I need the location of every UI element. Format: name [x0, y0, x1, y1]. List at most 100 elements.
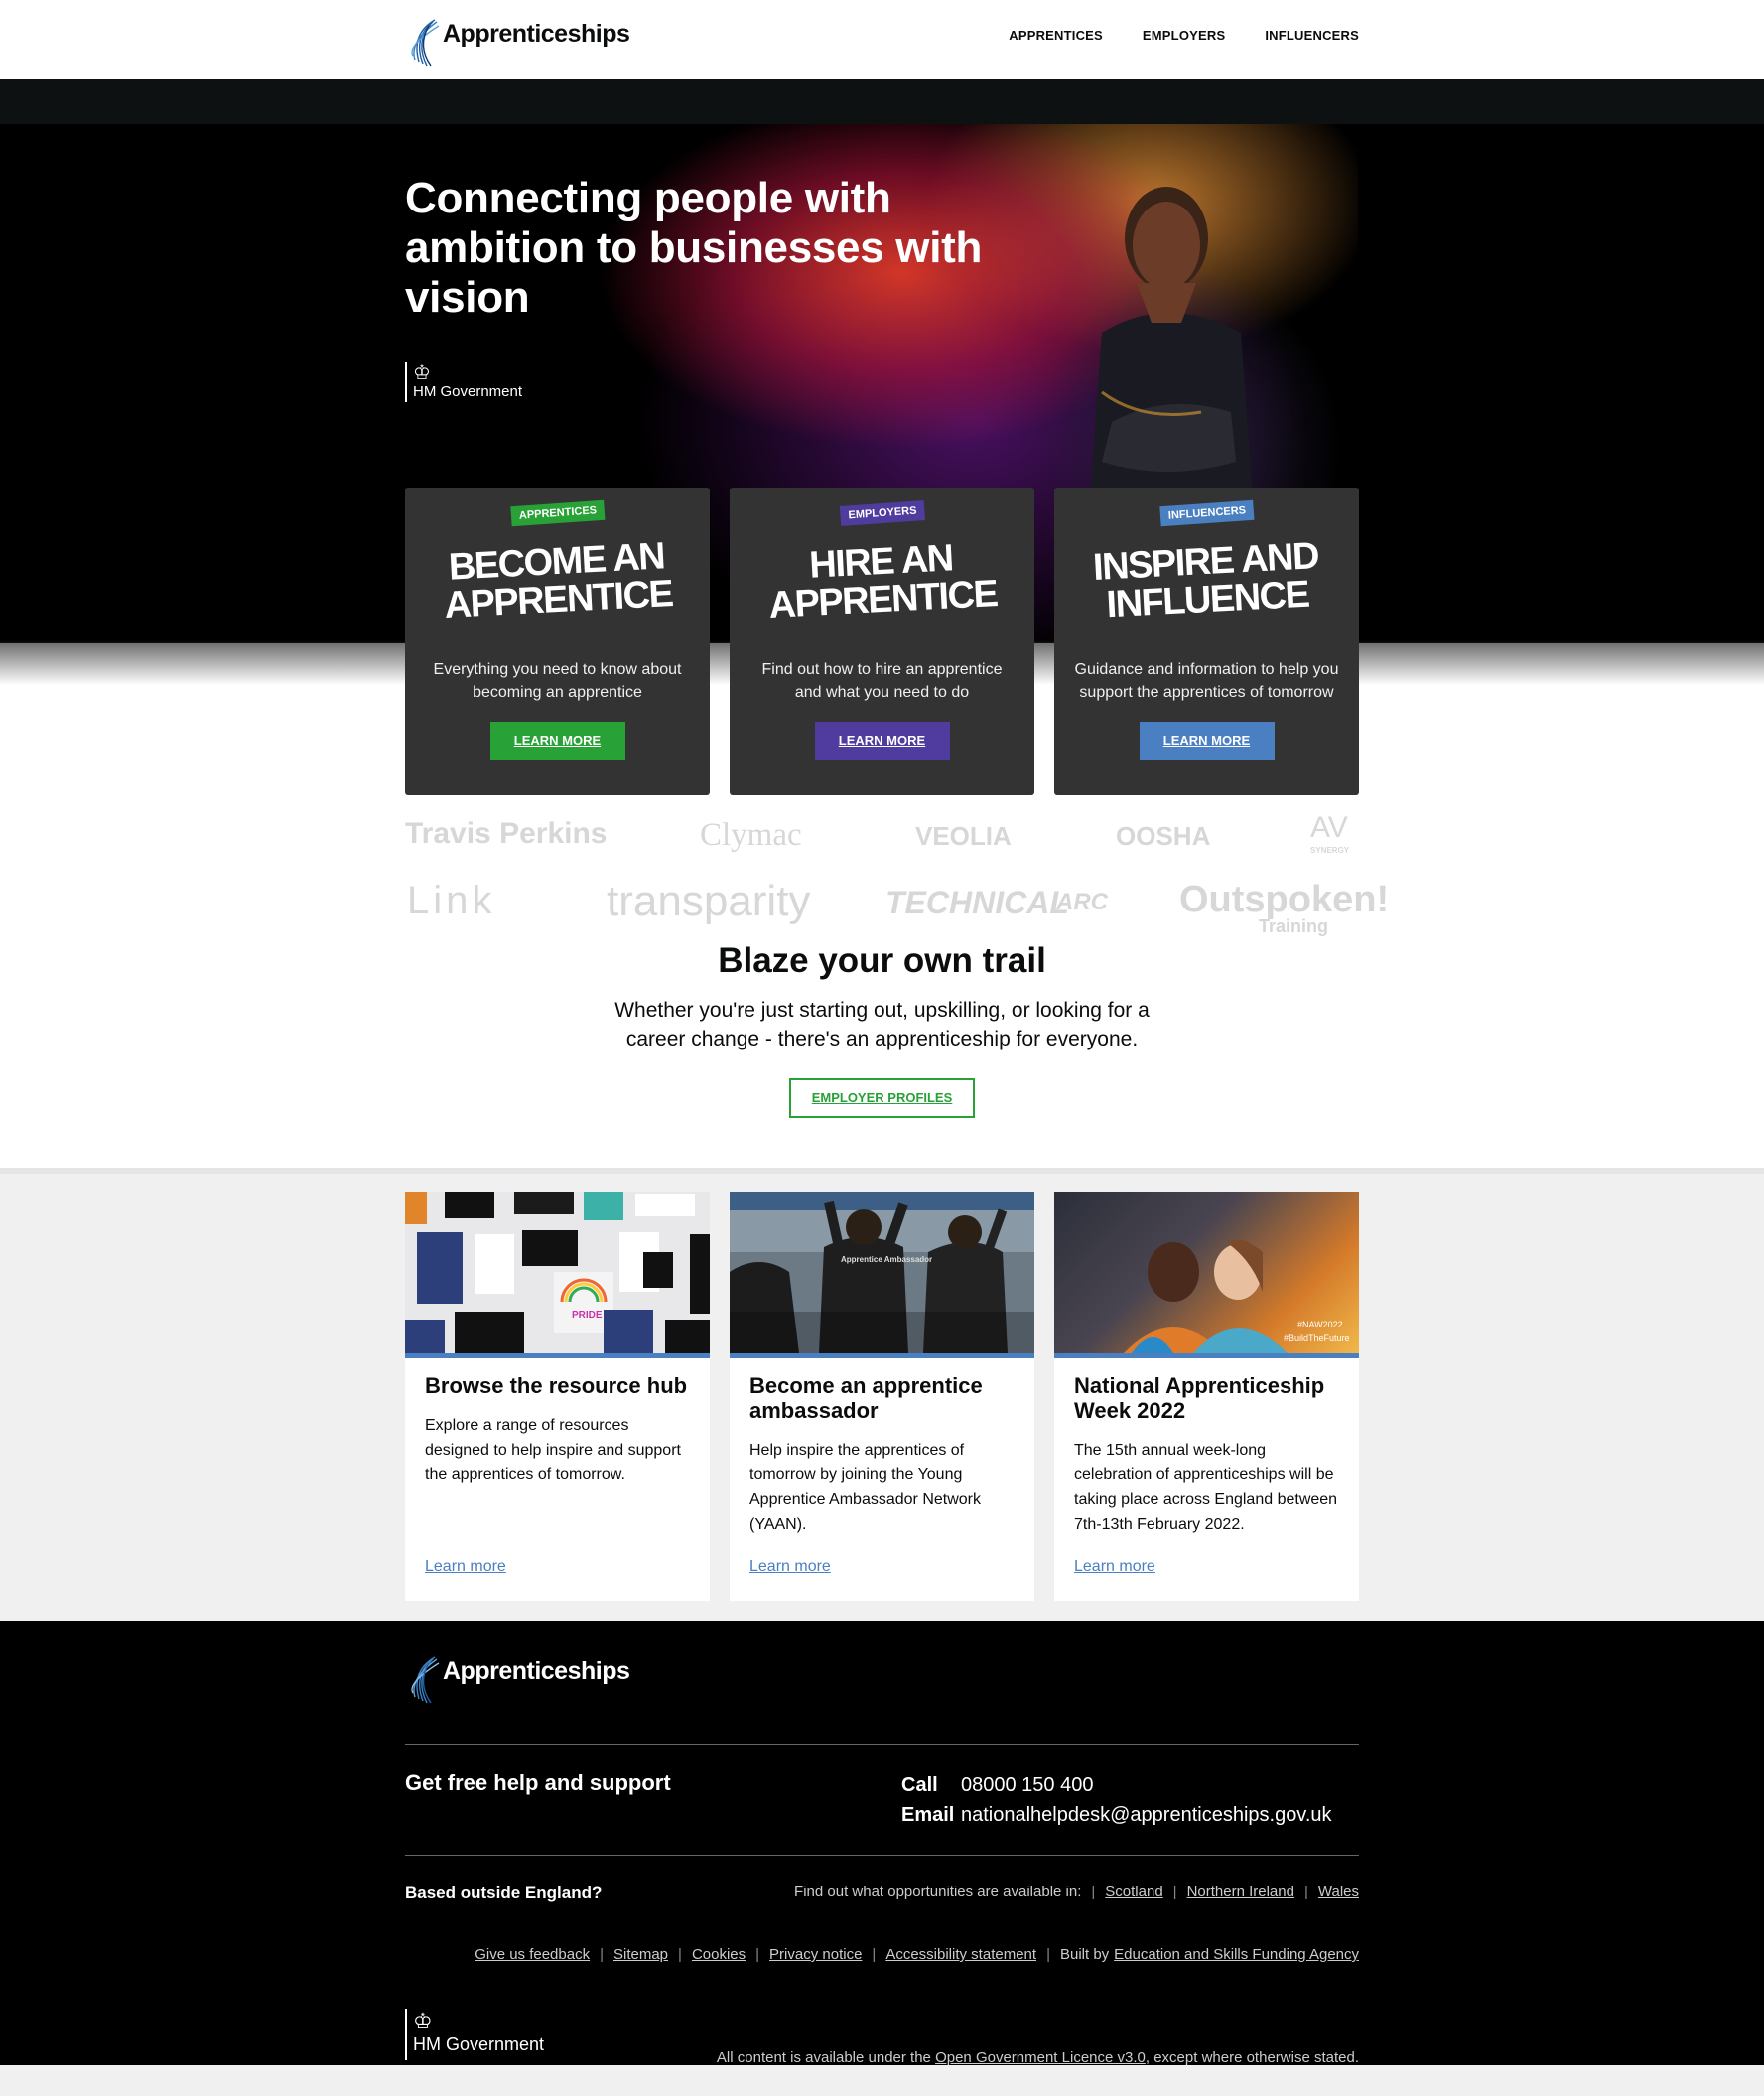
logo-oosha: OOSHA	[1116, 821, 1211, 851]
logo-arc: ARC	[1056, 889, 1108, 915]
hm-government-label: HM Government	[413, 2034, 545, 2054]
learn-more-button[interactable]: LEARN MORE	[814, 722, 950, 760]
resource-card-text: Help inspire the apprentices of tomorrow…	[749, 1442, 981, 1533]
logo-travis-perkins: Travis Perkins	[405, 817, 608, 850]
build-the-future-hashtag: #BuildTheFuture	[1284, 1333, 1350, 1343]
logo-veolia: VEOLIA	[915, 821, 1012, 851]
separator: |	[600, 1946, 604, 1963]
card-title: INSPIRE AND INFLUENCE	[1092, 535, 1319, 627]
separator: |	[1172, 1884, 1177, 1900]
resource-hub-image: PRIDE	[405, 1192, 710, 1353]
hm-government-logo: ♔ HM Government	[405, 362, 522, 402]
nav-influencers[interactable]: INFLUENCERS	[1265, 28, 1359, 43]
outside-england-links: Find out what opportunities are availabl…	[794, 1884, 1359, 1900]
footer-divider	[405, 1744, 1359, 1745]
hero-title: Connecting people with ambition to busin…	[405, 174, 983, 322]
cookies-link[interactable]: Cookies	[692, 1946, 746, 1963]
logo-swirl-icon	[411, 19, 440, 67]
footer-divider	[405, 1855, 1359, 1856]
separator: |	[678, 1946, 682, 1963]
resource-card-text: Explore a range of resources designed to…	[425, 1417, 681, 1483]
royal-crest-icon: ♔	[413, 362, 431, 384]
separator: |	[1046, 1946, 1050, 1963]
card-tag: APPRENTICES	[509, 499, 606, 527]
wales-link[interactable]: Wales	[1318, 1884, 1359, 1900]
separator: |	[755, 1946, 760, 1963]
section-divider	[0, 1168, 1764, 1174]
licence-text: All content is available under the Open …	[717, 2049, 1359, 2066]
card-tag: INFLUENCERS	[1158, 499, 1255, 527]
card-apprentices: APPRENTICES BECOME AN APPRENTICE Everyth…	[405, 488, 710, 795]
resource-card-title: Browse the resource hub	[425, 1373, 688, 1398]
pride-image-text: PRIDE	[572, 1310, 603, 1321]
card-title: HIRE AN APPRENTICE	[767, 537, 999, 627]
card-description: Guidance and information to help you sup…	[1074, 661, 1339, 701]
logo-clymac: Clymac	[700, 817, 802, 853]
sitemap-link[interactable]: Sitemap	[613, 1946, 668, 1963]
card-accent-bar	[1054, 1353, 1359, 1358]
ambassador-shirt-text: Apprentice Ambassador	[841, 1255, 932, 1264]
main-nav: APPRENTICES EMPLOYERS INFLUENCERS	[1009, 28, 1359, 43]
resource-card-hub: PRIDE Browse the resource hub Explore a …	[405, 1192, 710, 1601]
separator: |	[1091, 1884, 1096, 1900]
resource-card-text: The 15th annual week-long celebration of…	[1074, 1442, 1338, 1533]
employer-profiles-button[interactable]: EMPLOYER PROFILES	[789, 1078, 975, 1118]
footer-brand-name: Apprenticeships	[443, 1656, 630, 1685]
feedback-link[interactable]: Give us feedback	[475, 1946, 590, 1963]
email-label: Email	[901, 1804, 955, 1826]
learn-more-button[interactable]: LEARN MORE	[489, 722, 625, 760]
naw-image: #NAW2022 #BuildTheFuture	[1054, 1192, 1359, 1353]
logo-swirl-icon	[411, 1656, 440, 1704]
site-header: Apprenticeships APPRENTICES EMPLOYERS IN…	[0, 0, 1764, 79]
phone-number[interactable]: 08000 150 400	[961, 1774, 1093, 1796]
royal-crest-icon: ♔	[413, 2009, 433, 2033]
card-tag: EMPLOYERS	[839, 500, 925, 526]
logo-technical: TECHNICAL	[885, 885, 1069, 920]
esfa-link[interactable]: Education and Skills Funding Agency	[1114, 1946, 1359, 1963]
learn-more-button[interactable]: LEARN MORE	[1139, 722, 1275, 760]
learn-more-link[interactable]: Learn more	[749, 1558, 831, 1576]
resource-card-title: Become an apprentice ambassador	[749, 1373, 983, 1423]
logo-outspoken: Outspoken!	[1179, 879, 1390, 920]
accessibility-link[interactable]: Accessibility statement	[885, 1946, 1036, 1963]
hm-government-label: HM Government	[413, 383, 523, 400]
learn-more-link[interactable]: Learn more	[1074, 1558, 1155, 1576]
outside-england-text: Find out what opportunities are availabl…	[794, 1884, 1082, 1900]
logo-link: Link	[407, 879, 496, 922]
northern-ireland-link[interactable]: Northern Ireland	[1187, 1884, 1294, 1900]
contact-details: Call 08000 150 400 Email nationalhelpdesk@…	[901, 1770, 1332, 1830]
logo-transparity: transparity	[607, 877, 811, 925]
blaze-text: Whether you're just starting out, upskil…	[614, 999, 1150, 1050]
footer-apprenticeships-logo[interactable]: Apprenticeships	[405, 1649, 630, 1707]
logo-outspoken-training: Training	[1259, 916, 1329, 936]
card-accent-bar	[405, 1353, 710, 1358]
apprenticeships-logo[interactable]: Apprenticeships	[405, 12, 630, 70]
learn-more-link[interactable]: Learn more	[425, 1558, 506, 1576]
ambassador-image: Apprentice Ambassador	[730, 1192, 1034, 1353]
help-heading: Get free help and support	[405, 1770, 671, 1795]
ogl-link[interactable]: Open Government Licence v3.0	[935, 2049, 1146, 2066]
footer-links: Give us feedback | Sitemap | Cookies | P…	[475, 1946, 1359, 1963]
licence-suffix: , except where otherwise stated.	[1145, 2049, 1359, 2066]
card-description: Find out how to hire an apprentice and w…	[761, 661, 1003, 701]
separator: |	[1303, 1884, 1308, 1900]
privacy-link[interactable]: Privacy notice	[769, 1946, 862, 1963]
resource-card-ambassador: Apprentice Ambassador Become an apprenti…	[730, 1192, 1034, 1601]
logo-av-synergy: SYNERGY	[1310, 846, 1350, 855]
footer-hm-government-logo: ♔ HM Government	[405, 2009, 544, 2060]
built-by-label: Built by	[1059, 1946, 1110, 1963]
nav-apprentices[interactable]: APPRENTICES	[1009, 28, 1103, 43]
licence-prefix: All content is available under the	[716, 2049, 931, 2066]
brand-name: Apprenticeships	[443, 19, 630, 48]
card-employers: EMPLOYERS HIRE AN APPRENTICE Find out ho…	[730, 488, 1034, 795]
email-address[interactable]: nationalhelpdesk@apprenticeships.gov.uk	[961, 1804, 1332, 1826]
scotland-link[interactable]: Scotland	[1105, 1884, 1162, 1900]
card-influencers: INFLUENCERS INSPIRE AND INFLUENCE Guidan…	[1054, 488, 1359, 795]
logo-av: AV	[1310, 811, 1348, 844]
blaze-heading: Blaze your own trail	[718, 941, 1046, 980]
call-label: Call	[901, 1774, 938, 1796]
resource-card-title: National Apprenticeship Week 2022	[1074, 1373, 1325, 1423]
nav-employers[interactable]: EMPLOYERS	[1143, 28, 1225, 43]
header-strip	[0, 79, 1764, 124]
separator: |	[872, 1946, 877, 1963]
